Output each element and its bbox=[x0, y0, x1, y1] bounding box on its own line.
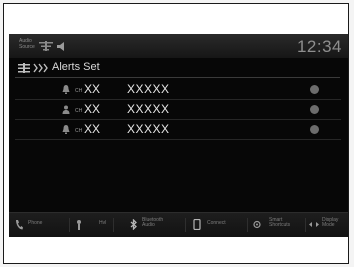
channel-number: XX bbox=[84, 82, 101, 96]
channel-number: XX bbox=[84, 102, 101, 116]
separator bbox=[113, 218, 114, 232]
hvac-label: Hvl bbox=[99, 220, 107, 226]
option-icon[interactable] bbox=[310, 125, 319, 134]
smart-shortcuts-label: Smart Shortcuts bbox=[269, 217, 291, 228]
hvac-button[interactable]: Hvl bbox=[73, 213, 111, 237]
channel-prefix: CH bbox=[75, 128, 83, 134]
separator bbox=[185, 218, 186, 232]
tune-icon bbox=[18, 63, 30, 73]
title-bar: Alerts Set bbox=[9, 58, 348, 78]
title-divider bbox=[15, 77, 340, 78]
phone-label: Phone bbox=[28, 220, 43, 226]
bluetooth-audio-label: Bluetooth Audio bbox=[142, 217, 164, 228]
display-mode-icon bbox=[309, 222, 319, 227]
connect-button[interactable]: Connect bbox=[189, 213, 243, 237]
status-bar: Audio Source 12:34 bbox=[9, 34, 348, 58]
phone-icon bbox=[16, 220, 23, 230]
phone-button[interactable]: Phone bbox=[13, 213, 63, 237]
separator bbox=[69, 218, 70, 232]
alert-list-item[interactable]: CH XX XXXXX bbox=[15, 81, 341, 100]
tune-signal-icon bbox=[39, 41, 53, 51]
alert-list-item[interactable]: CH XX XXXXX bbox=[15, 101, 341, 120]
channel-name: XXXXX bbox=[127, 102, 170, 116]
separator bbox=[247, 218, 248, 232]
channel-name: XXXXX bbox=[127, 82, 170, 96]
hvac-icon bbox=[77, 220, 81, 230]
audio-screen: Audio Source 12:34 Alerts Set CH XX XXXX… bbox=[9, 34, 348, 237]
alert-artist-icon bbox=[62, 105, 70, 114]
channel-number: XX bbox=[84, 122, 101, 136]
alert-bell-icon bbox=[62, 125, 70, 134]
shortcut-icon bbox=[253, 220, 261, 229]
clock: 12:34 bbox=[296, 37, 342, 56]
audio-source-button[interactable]: Audio Source bbox=[19, 38, 39, 50]
display-mode-button[interactable]: Display Mode bbox=[307, 213, 347, 237]
page-title: Alerts Set bbox=[52, 61, 100, 73]
bluetooth-audio-button[interactable]: Bluetooth Audio bbox=[117, 213, 181, 237]
chevron-right-icon bbox=[33, 63, 48, 73]
volume-icon bbox=[57, 42, 64, 51]
connect-label: Connect bbox=[207, 220, 226, 226]
bottom-bar: Phone Hvl Bluetooth Audio Connect Smart … bbox=[9, 212, 348, 237]
channel-name: XXXXX bbox=[127, 122, 170, 136]
bluetooth-icon bbox=[130, 219, 137, 230]
smart-shortcuts-button[interactable]: Smart Shortcuts bbox=[251, 213, 303, 237]
alert-bell-icon bbox=[62, 85, 70, 94]
figure-frame: Audio Source 12:34 Alerts Set CH XX XXXX… bbox=[3, 3, 349, 264]
option-icon[interactable] bbox=[310, 105, 319, 114]
channel-prefix: CH bbox=[75, 88, 83, 94]
separator bbox=[305, 218, 306, 232]
channel-prefix: CH bbox=[75, 108, 83, 114]
display-mode-label: Display Mode bbox=[322, 217, 339, 228]
smartphone-icon bbox=[193, 219, 201, 230]
alert-list-item[interactable]: CH XX XXXXX bbox=[15, 121, 341, 140]
option-icon[interactable] bbox=[310, 85, 319, 94]
